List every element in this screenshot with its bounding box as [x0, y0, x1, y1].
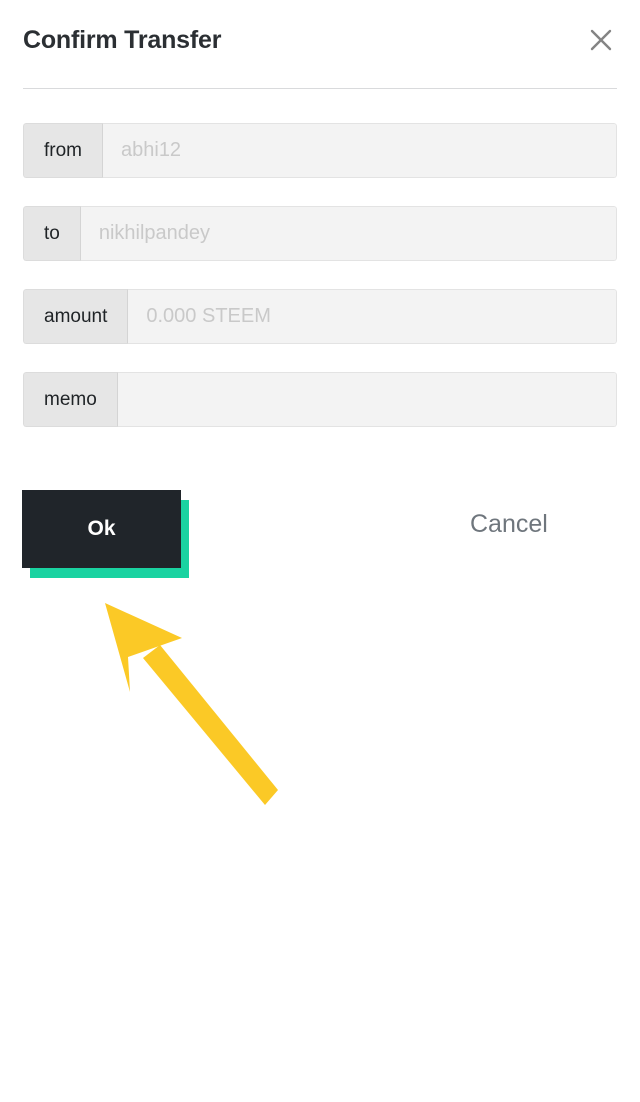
- close-icon: [588, 27, 614, 53]
- confirm-transfer-dialog: Confirm Transfer from abhi12 to nikhilpa…: [0, 0, 640, 1102]
- field-label-amount: amount: [23, 289, 129, 344]
- field-row-to: to nikhilpandey: [23, 206, 617, 261]
- field-row-from: from abhi12: [23, 123, 617, 178]
- memo-input[interactable]: [117, 372, 617, 427]
- ok-button[interactable]: Ok: [22, 490, 181, 568]
- field-label-to: to: [23, 206, 81, 261]
- dialog-actions: Ok Cancel: [0, 490, 640, 590]
- field-row-amount: amount 0.000 STEEM: [23, 289, 617, 344]
- header-divider: [23, 88, 617, 89]
- amount-input[interactable]: 0.000 STEEM: [128, 289, 617, 344]
- field-row-memo: memo: [23, 372, 617, 427]
- field-label-memo: memo: [23, 372, 118, 427]
- to-input[interactable]: nikhilpandey: [80, 206, 617, 261]
- field-label-from: from: [23, 123, 103, 178]
- transfer-form: from abhi12 to nikhilpandey amount 0.000…: [23, 123, 617, 455]
- dialog-header: Confirm Transfer: [23, 16, 617, 68]
- cancel-button[interactable]: Cancel: [470, 510, 548, 539]
- page-title: Confirm Transfer: [23, 26, 222, 54]
- close-button[interactable]: [583, 22, 619, 58]
- from-input[interactable]: abhi12: [103, 123, 617, 178]
- ok-button-wrapper: Ok: [22, 490, 189, 578]
